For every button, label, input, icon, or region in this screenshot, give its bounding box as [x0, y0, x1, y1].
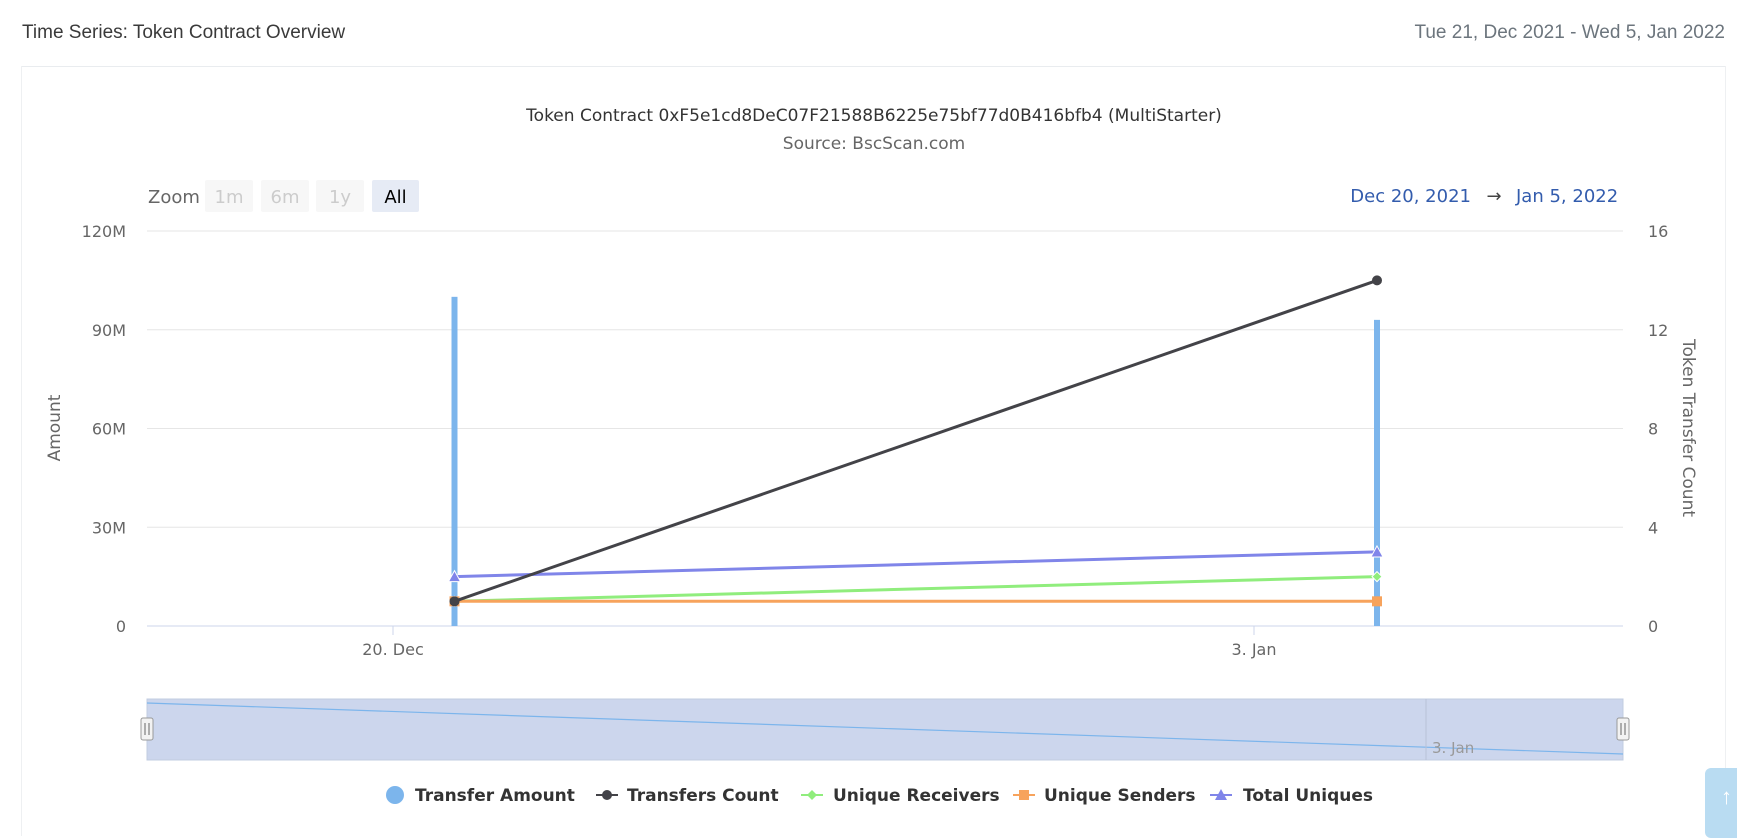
range-arrow: →: [1486, 186, 1501, 207]
arrow-up-icon: ↑: [1721, 784, 1732, 809]
transfers-count-line[interactable]: [454, 278, 1378, 603]
navigator-mask[interactable]: [146, 698, 1624, 761]
legend-item-transfer-amount[interactable]: Transfer Amount: [415, 786, 575, 806]
y-right-axis-title: Token Transfer Count: [1678, 338, 1698, 517]
zoom-button-6m[interactable]: 6m: [271, 187, 300, 208]
legend-item-transfers-count[interactable]: Transfers Count: [627, 786, 779, 806]
legend-item-unique-senders[interactable]: Unique Senders: [1044, 786, 1196, 806]
legend-marker-transfers-count[interactable]: [602, 790, 612, 800]
transfers-count-point[interactable]: [449, 596, 460, 607]
zoom-label: Zoom: [148, 187, 200, 208]
y-right-tick-label: 0: [1648, 617, 1658, 636]
y-right-tick-label: 12: [1648, 321, 1668, 340]
navigator-handle-left[interactable]: [140, 717, 154, 741]
y-left-tick-label: 0: [116, 617, 126, 636]
x-tick-label: 20. Dec: [362, 640, 424, 659]
legend-item-total-uniques[interactable]: Total Uniques: [1243, 786, 1373, 806]
y-right-tick-label: 16: [1648, 222, 1668, 241]
unique-receivers-point[interactable]: [1371, 570, 1383, 583]
y-left-tick-label: 30M: [92, 518, 126, 537]
scroll-to-top-button[interactable]: ↑: [1705, 768, 1737, 838]
legend-symbol-transfer-amount[interactable]: [386, 786, 404, 804]
chart-subtitle: Source: BscScan.com: [783, 134, 965, 154]
y-right-tick-label: 4: [1648, 518, 1658, 537]
legend-marker-unique-receivers[interactable]: [807, 790, 817, 800]
zoom-button-All[interactable]: All: [384, 187, 406, 208]
transfers-count-point[interactable]: [1372, 275, 1382, 286]
x-tick-label: 3. Jan: [1231, 640, 1276, 659]
y-left-tick-label: 120M: [82, 222, 126, 241]
total-uniques-line[interactable]: [454, 550, 1378, 579]
range-from[interactable]: Dec 20, 2021: [1350, 186, 1471, 207]
unique-receivers-line[interactable]: [454, 575, 1378, 603]
chart-title: Token Contract 0xF5e1cd8DeC07F21588B6225…: [525, 106, 1222, 126]
chart: Token Contract 0xF5e1cd8DeC07F21588B6225…: [45, 106, 1698, 806]
y-left-axis-title: Amount: [45, 394, 65, 461]
legend-item-unique-receivers[interactable]: Unique Receivers: [833, 786, 1000, 806]
navigator-tick-label: 3. Jan: [1432, 739, 1474, 757]
y-right-tick-label: 8: [1648, 420, 1658, 439]
range-to[interactable]: Jan 5, 2022: [1515, 186, 1618, 207]
navigator-handle-right[interactable]: [1616, 717, 1630, 741]
zoom-button-1y[interactable]: 1y: [329, 187, 351, 208]
unique-senders-point[interactable]: [1372, 596, 1382, 607]
y-left-tick-label: 90M: [92, 321, 126, 340]
legend-marker-unique-senders[interactable]: [1019, 790, 1029, 800]
zoom-button-1m[interactable]: 1m: [215, 187, 244, 208]
y-left-tick-label: 60M: [92, 420, 126, 439]
